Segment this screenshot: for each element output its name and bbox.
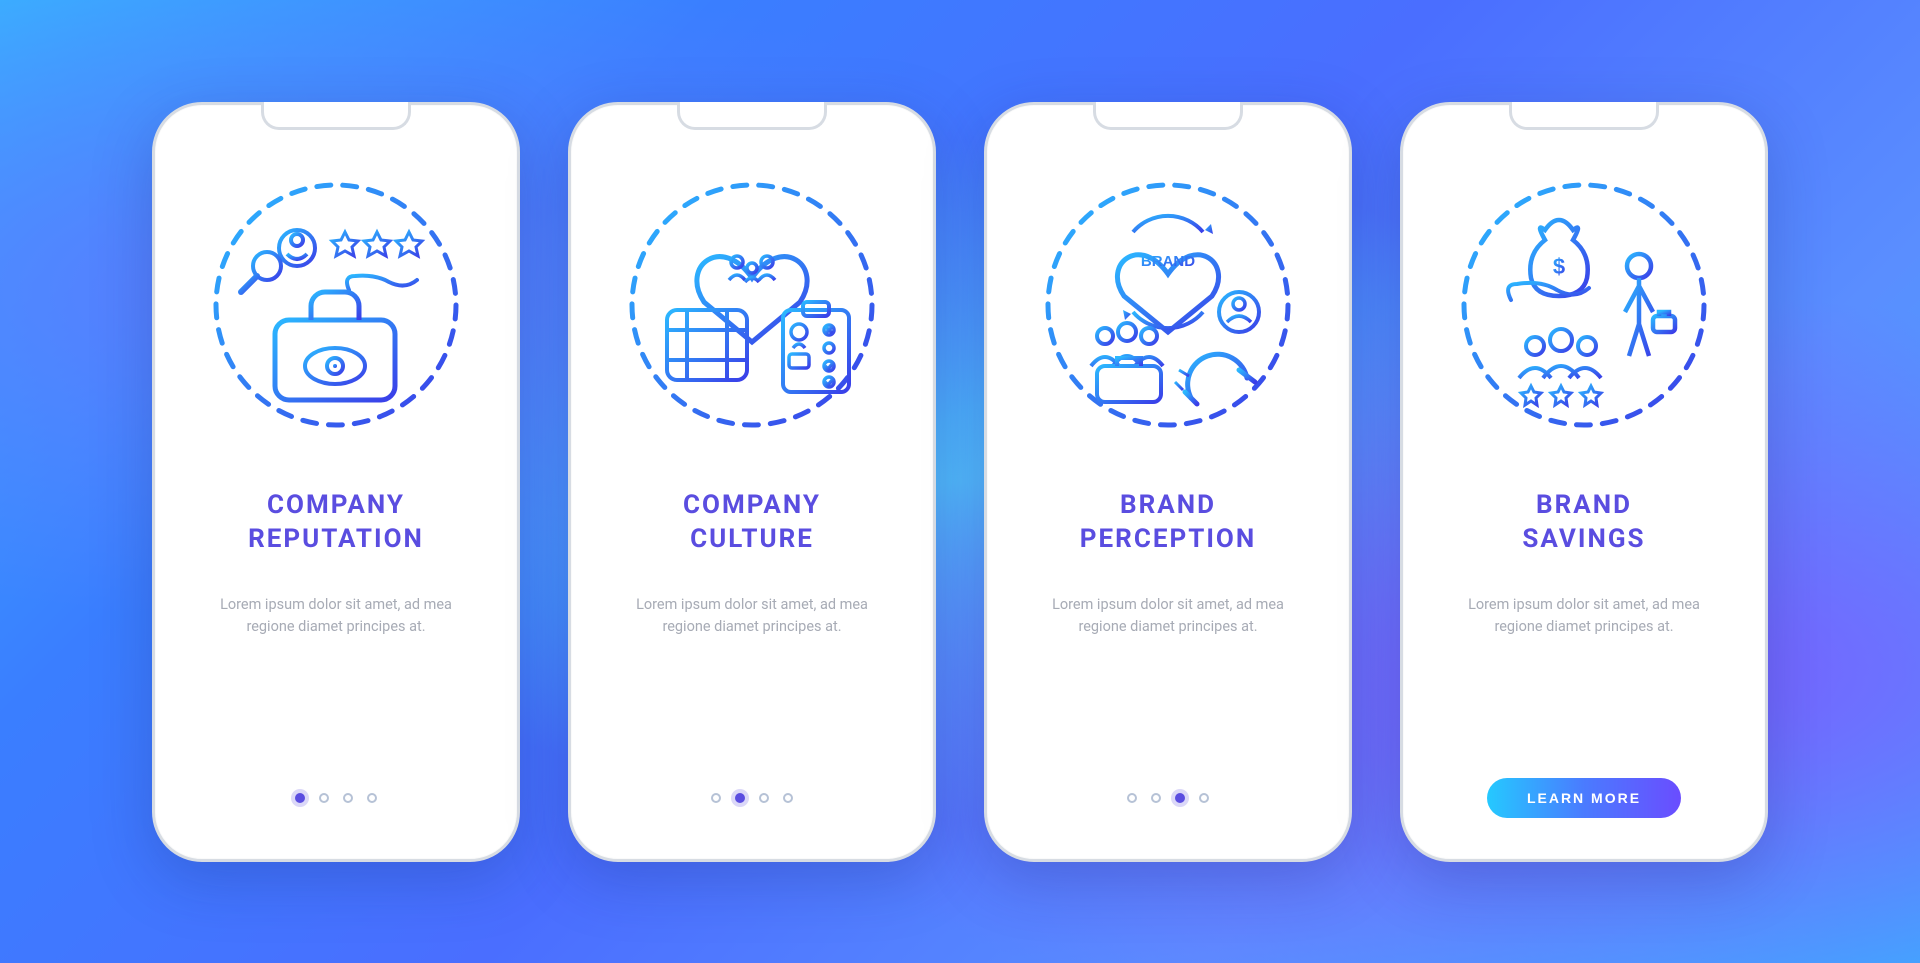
- phone-notch: [1093, 102, 1243, 130]
- perception-icon: BRAND: [1033, 170, 1303, 440]
- pagination-dot[interactable]: [759, 793, 769, 803]
- phone-mockup: BRAND: [984, 102, 1352, 862]
- card-footer: [711, 777, 793, 819]
- pagination-dots: [711, 793, 793, 803]
- pagination-dots: [1127, 793, 1209, 803]
- card-footer: [1127, 777, 1209, 819]
- culture-icon: [617, 170, 887, 440]
- svg-text:BRAND: BRAND: [1141, 253, 1195, 270]
- card-description: Lorem ipsum dolor sit amet, ad mea regio…: [1038, 594, 1298, 639]
- card-title: BRAND SAVINGS: [1522, 488, 1645, 558]
- pagination-dot[interactable]: [319, 793, 329, 803]
- phone-mockup: COMPANY REPUTATION Lorem ipsum dolor sit…: [152, 102, 520, 862]
- card-title: BRAND PERCEPTION: [1080, 488, 1256, 558]
- pagination-dot[interactable]: [343, 793, 353, 803]
- pagination-dot[interactable]: [783, 793, 793, 803]
- pagination-dot[interactable]: [1175, 793, 1185, 803]
- card-description: Lorem ipsum dolor sit amet, ad mea regio…: [1454, 594, 1714, 639]
- pagination-dots: [295, 793, 377, 803]
- phone-mockup: COMPANY CULTURE Lorem ipsum dolor sit am…: [568, 102, 936, 862]
- pagination-dot[interactable]: [711, 793, 721, 803]
- phone-row: COMPANY REPUTATION Lorem ipsum dolor sit…: [152, 102, 1768, 862]
- savings-icon: $: [1449, 170, 1719, 440]
- phone-notch: [261, 102, 411, 130]
- pagination-dot[interactable]: [367, 793, 377, 803]
- pagination-dot[interactable]: [735, 793, 745, 803]
- phone-notch: [677, 102, 827, 130]
- pagination-dot[interactable]: [295, 793, 305, 803]
- pagination-dot[interactable]: [1199, 793, 1209, 803]
- svg-text:$: $: [1553, 254, 1565, 279]
- phone-notch: [1509, 102, 1659, 130]
- card-title: COMPANY CULTURE: [683, 488, 821, 558]
- card-title: COMPANY REPUTATION: [248, 488, 424, 558]
- reputation-icon: [201, 170, 471, 440]
- learn-more-button[interactable]: LEARN MORE: [1487, 778, 1681, 818]
- pagination-dot[interactable]: [1151, 793, 1161, 803]
- card-footer: LEARN MORE: [1487, 777, 1681, 819]
- pagination-dot[interactable]: [1127, 793, 1137, 803]
- card-footer: [295, 777, 377, 819]
- card-description: Lorem ipsum dolor sit amet, ad mea regio…: [622, 594, 882, 639]
- card-description: Lorem ipsum dolor sit amet, ad mea regio…: [206, 594, 466, 639]
- phone-mockup: $: [1400, 102, 1768, 862]
